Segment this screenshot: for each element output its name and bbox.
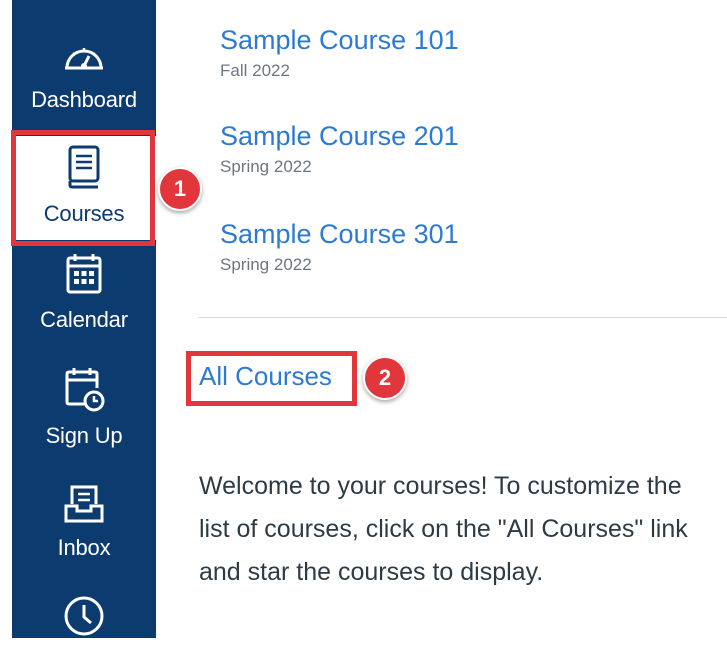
- course-term: Spring 2022: [220, 157, 312, 176]
- course-list-item: Sample Course 301 Spring 2022: [220, 218, 459, 276]
- dashboard-icon: [12, 36, 156, 81]
- calendar-icon: [12, 252, 156, 301]
- global-navigation: Dashboard Courses Calendar Sign Up Inbox: [12, 0, 156, 638]
- nav-item-courses[interactable]: Courses: [12, 136, 156, 240]
- course-term: Spring 2022: [220, 255, 312, 274]
- page-edge: [0, 0, 12, 638]
- nav-item-calendar[interactable]: Calendar: [12, 252, 156, 333]
- welcome-text: Welcome to your courses! To customize th…: [199, 472, 688, 586]
- course-term: Fall 2022: [220, 61, 290, 80]
- nav-item-history[interactable]: [12, 594, 156, 649]
- all-courses-link[interactable]: All Courses: [199, 358, 332, 394]
- nav-item-inbox[interactable]: Inbox: [12, 484, 156, 561]
- course-list-item: Sample Course 201 Spring 2022: [220, 120, 459, 178]
- course-list-item: Sample Course 101 Fall 2022: [220, 24, 459, 82]
- course-link[interactable]: Sample Course 301: [220, 218, 459, 250]
- course-link[interactable]: Sample Course 101: [220, 24, 459, 56]
- course-link[interactable]: Sample Course 201: [220, 120, 459, 152]
- courses-book-icon: [12, 144, 156, 195]
- nav-label-calendar: Calendar: [40, 307, 128, 332]
- nav-item-dashboard[interactable]: Dashboard: [12, 36, 156, 113]
- inbox-icon: [12, 484, 156, 529]
- step-badge-1: 1: [158, 167, 202, 211]
- nav-label-sign-up: Sign Up: [45, 423, 123, 448]
- history-clock-icon: [12, 594, 156, 643]
- nav-label-inbox: Inbox: [57, 535, 111, 560]
- signup-calendar-clock-icon: [12, 366, 156, 417]
- nav-item-sign-up[interactable]: Sign Up: [12, 366, 156, 449]
- nav-label-dashboard: Dashboard: [31, 87, 137, 112]
- step-badge-2: 2: [363, 356, 407, 400]
- nav-label-courses: Courses: [43, 201, 125, 226]
- divider: [198, 317, 727, 318]
